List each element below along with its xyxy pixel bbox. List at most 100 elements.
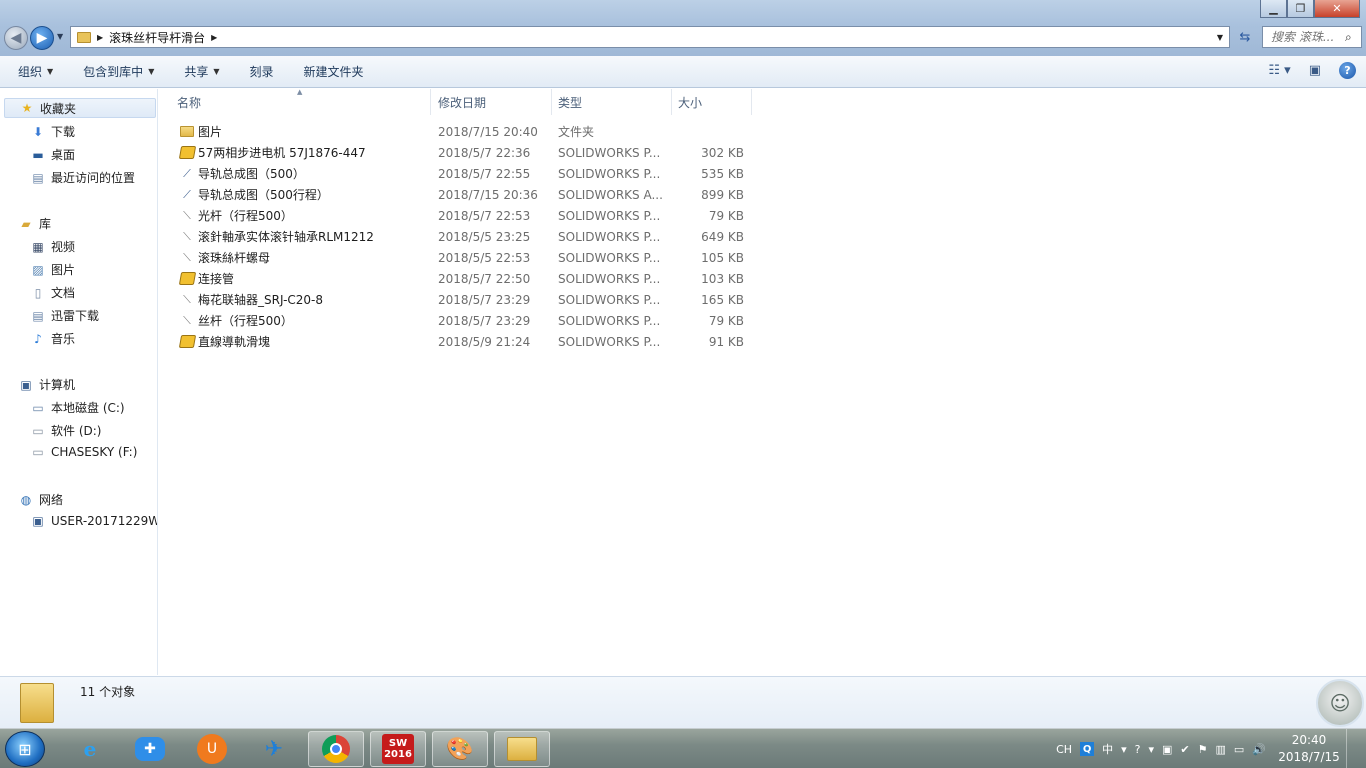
user-avatar[interactable]: ☺ (1316, 679, 1364, 727)
network-status-icon[interactable]: ▭ (1234, 743, 1244, 756)
column-header-date[interactable]: 修改日期 (432, 89, 552, 115)
nav-item-desktop[interactable]: ▬ 桌面 (30, 146, 75, 163)
close-button[interactable]: ✕ (1314, 0, 1360, 18)
file-row[interactable]: ⟋ 导轨总成图（500） 2018/5/7 22:55 SOLIDWORKS P...… (159, 163, 759, 184)
music-icon: ♪ (34, 331, 42, 346)
help-icon[interactable]: ? (1135, 743, 1141, 756)
nav-item-drive-d[interactable]: ▭ 软件 (D:) (30, 422, 101, 439)
taskbar-uc-browser[interactable]: U (184, 731, 240, 767)
column-headers: ▲ 名称 修改日期 类型 大小 (159, 88, 1366, 115)
maximize-button[interactable]: ❐ (1287, 0, 1314, 18)
new-folder-button[interactable]: 新建文件夹 (304, 63, 364, 80)
taskbar: ⊞ e ✚ U ✈ SW 2016 🎨 CH Q 中 ▾ ? ▾ ▣ ✔ ⚑ ▥ … (0, 728, 1366, 768)
nav-item-drive-c[interactable]: ▭ 本地磁盘 (C:) (30, 399, 124, 416)
details-pane: 11 个对象 ☺ (0, 676, 1366, 728)
file-type: 文件夹 (558, 125, 595, 139)
taskbar-solidworks[interactable]: SW 2016 (370, 731, 426, 767)
file-row[interactable]: ⟍ 丝杆（行程500） 2018/5/7 23:29 SOLIDWORKS P... 7… (159, 310, 759, 331)
file-row[interactable]: ⟍ 滚針軸承实体滚针轴承RLM1212 2018/5/5 23:25 SOLIDWOR… (159, 226, 759, 247)
paint-palette-icon: 🎨 (446, 736, 474, 762)
taskbar-game-center[interactable]: ✚ (122, 731, 178, 767)
drawing-icon: ⟋ (183, 187, 191, 201)
file-name: 导轨总成图（500行程） (198, 188, 329, 202)
ime-mode[interactable]: 中 (1102, 741, 1113, 757)
arrow-left-icon: ◀ (10, 30, 22, 46)
security-icon[interactable]: ✔ (1180, 743, 1189, 756)
taskbar-chrome[interactable] (308, 731, 364, 767)
file-type: SOLIDWORKS P... (558, 145, 661, 160)
nav-libraries[interactable]: ▰ 库 (18, 215, 51, 232)
chevron-down-icon: ▼ (47, 67, 54, 76)
column-header-size[interactable]: 大小 (672, 89, 752, 115)
volume-icon[interactable]: 🔊 (1252, 743, 1266, 756)
nav-item-downloads[interactable]: ⬇ 下载 (30, 123, 75, 140)
preview-pane-icon[interactable]: ▣ (1309, 63, 1321, 78)
file-row[interactable]: 图片 2018/7/15 20:40 文件夹 (159, 121, 759, 142)
item-count: 11 个对象 (80, 685, 136, 699)
view-options-icon[interactable]: ☷ ▾ (1268, 63, 1290, 78)
nav-item-pictures[interactable]: ▨ 图片 (30, 261, 75, 278)
column-header-name[interactable]: 名称 (171, 89, 431, 115)
forward-button[interactable]: ▶ (30, 26, 54, 50)
column-header-type[interactable]: 类型 (552, 89, 672, 115)
burn-button[interactable]: 刻录 (250, 63, 274, 80)
chevron-right-icon[interactable]: ▶ (97, 33, 103, 42)
recent-pages-dropdown[interactable]: ▼ (57, 32, 63, 41)
storage-icon[interactable]: ▥ (1215, 743, 1225, 756)
file-name-cell: 57两相步进电机 57J1876-447 (179, 144, 429, 161)
search-input[interactable] (1271, 30, 1345, 44)
include-in-library-menu[interactable]: 包含到库中 ▼ (83, 63, 154, 80)
ime-options-icon[interactable]: ▾ (1121, 743, 1127, 756)
explorer-folder-icon (507, 737, 537, 761)
file-row[interactable]: 直線導軌滑塊 2018/5/9 21:24 SOLIDWORKS P... 91 KB (159, 331, 759, 352)
part-icon: ⟍ (183, 229, 191, 243)
nav-item-thunder-downloads[interactable]: ▤ 迅雷下载 (30, 307, 99, 324)
nav-network[interactable]: ◍ 网络 (18, 491, 63, 508)
nav-item-documents[interactable]: ▯ 文档 (30, 284, 75, 301)
nav-item-videos[interactable]: ▦ 视频 (30, 238, 75, 255)
assembly-icon (179, 271, 196, 287)
nav-favorites[interactable]: ★ 收藏夹 (4, 98, 156, 118)
nav-computer[interactable]: ▣ 计算机 (18, 376, 75, 393)
file-row[interactable]: ⟍ 梅花联轴器_SRJ-C20-8 2018/5/7 23:29 SOLIDWORKS… (159, 289, 759, 310)
file-row[interactable]: ⟍ 光杆（行程500） 2018/5/7 22:53 SOLIDWORKS P... 7… (159, 205, 759, 226)
internet-explorer-icon: e (83, 737, 97, 761)
taskbar-explorer[interactable] (494, 731, 550, 767)
safe-remove-icon[interactable]: ⚑ (1198, 743, 1208, 756)
nav-item-network-computer[interactable]: ▣ USER-20171229WI (30, 514, 157, 528)
file-row[interactable]: ⟋ 导轨总成图（500行程） 2018/7/15 20:36 SOLIDWORKS A… (159, 184, 759, 205)
start-button[interactable]: ⊞ (5, 731, 45, 767)
search-box[interactable]: ⌕ (1262, 26, 1362, 48)
minimize-button[interactable]: ▁ (1260, 0, 1287, 18)
address-bar[interactable]: ▶ 滚珠丝杆导杆滑台 ▶ ▼ (70, 26, 1230, 48)
show-desktop-button[interactable] (1346, 729, 1358, 768)
search-icon[interactable]: ⌕ (1345, 30, 1352, 45)
chevron-right-icon[interactable]: ▶ (211, 33, 217, 42)
breadcrumb-current-folder[interactable]: 滚珠丝杆导杆滑台 (109, 29, 205, 46)
file-row[interactable]: 57两相步进电机 57J1876-447 2018/5/7 22:36 SOLIDW… (159, 142, 759, 163)
chrome-icon (322, 735, 350, 763)
nav-item-recent-places[interactable]: ▤ 最近访问的位置 (30, 169, 135, 186)
tray-expand-icon[interactable]: ▾ (1148, 743, 1154, 756)
app-tray-icon[interactable]: ▣ (1162, 743, 1172, 756)
file-row[interactable]: 连接管 2018/5/7 22:50 SOLIDWORKS P... 103 KB (159, 268, 759, 289)
file-size: 649 KB (701, 229, 744, 244)
language-indicator[interactable]: CH (1056, 743, 1072, 756)
taskbar-paint[interactable]: 🎨 (432, 731, 488, 767)
back-button[interactable]: ◀ (4, 26, 28, 50)
refresh-button[interactable]: ⇆ (1234, 26, 1256, 48)
navigation-pane: ★ 收藏夹 ⬇ 下载 ▬ 桌面 ▤ 最近访问的位置 ▰ 库 ▦ 视频 ▨ 图片 … (0, 89, 158, 675)
clock[interactable]: 20:40 2018/7/15 (1278, 732, 1340, 766)
share-menu[interactable]: 共享 ▼ (184, 63, 219, 80)
file-name: 梅花联轴器_SRJ-C20-8 (198, 293, 324, 307)
help-icon[interactable]: ? (1339, 62, 1356, 79)
file-row[interactable]: ⟍ 滚珠絲杆螺母 2018/5/5 22:53 SOLIDWORKS P... 105 … (159, 247, 759, 268)
nav-item-drive-f[interactable]: ▭ CHASESKY (F:) (30, 445, 137, 459)
nav-item-music[interactable]: ♪ 音乐 (30, 330, 75, 347)
taskbar-bird-app[interactable]: ✈ (246, 731, 302, 767)
qq-input-icon[interactable]: Q (1080, 742, 1095, 756)
organize-menu[interactable]: 组织 ▼ (18, 63, 53, 80)
address-dropdown-icon[interactable]: ▼ (1217, 33, 1223, 42)
taskbar-internet-explorer[interactable]: e (62, 731, 118, 767)
file-date: 2018/5/7 22:36 (438, 145, 531, 160)
